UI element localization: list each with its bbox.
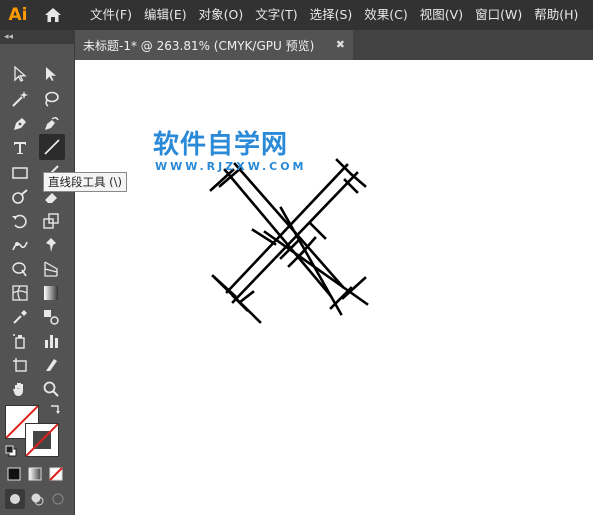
swap-fill-stroke-icon[interactable] xyxy=(47,402,63,418)
draw-inside-icon[interactable] xyxy=(48,489,68,509)
column-graph-tool-icon[interactable] xyxy=(39,329,63,353)
watermark-url: WWW.RJZXW.COM xyxy=(155,160,307,173)
menu-window[interactable]: 窗口(W) xyxy=(469,0,528,30)
menu-select[interactable]: 选择(S) xyxy=(304,0,359,30)
document-tab-title: 未标题-1* @ 263.81% (CMYK/GPU 预览) xyxy=(83,38,315,53)
drawing-lines xyxy=(209,158,369,324)
none-mode-icon[interactable] xyxy=(47,465,65,483)
shaper-tool-icon[interactable] xyxy=(8,185,32,209)
document-tab[interactable]: 未标题-1* @ 263.81% (CMYK/GPU 预览) ✖ xyxy=(75,30,353,60)
symbol-sprayer-tool-icon[interactable] xyxy=(8,329,32,353)
menu-object[interactable]: 对象(O) xyxy=(193,0,250,30)
tools-panel xyxy=(0,44,75,515)
rotate-tool-icon[interactable] xyxy=(8,209,32,233)
artboard-canvas[interactable] xyxy=(75,60,593,515)
menu-type[interactable]: 文字(T) xyxy=(249,0,303,30)
menu-help[interactable]: 帮助(H) xyxy=(528,0,584,30)
zoom-tool-icon[interactable] xyxy=(39,377,63,401)
menu-file[interactable]: 文件(F) xyxy=(84,0,138,30)
blend-tool-icon[interactable] xyxy=(39,305,63,329)
stroke-swatch[interactable] xyxy=(25,423,59,457)
shape-builder-tool-icon[interactable] xyxy=(8,257,32,281)
gradient-tool-icon[interactable] xyxy=(39,281,63,305)
mesh-tool-icon[interactable] xyxy=(8,281,32,305)
home-icon[interactable] xyxy=(36,0,70,30)
type-tool-icon[interactable] xyxy=(8,136,32,160)
direct-selection-tool-icon[interactable] xyxy=(39,62,63,86)
toolbar-collapse-button[interactable]: ◂◂ xyxy=(0,30,75,44)
hand-tool-icon[interactable] xyxy=(8,377,32,401)
color-mode-icon[interactable] xyxy=(5,465,23,483)
tool-tooltip: 直线段工具 (\) xyxy=(43,172,128,192)
app-logo: Ai xyxy=(8,5,28,25)
perspective-grid-tool-icon[interactable] xyxy=(39,257,63,281)
default-colors-icon[interactable] xyxy=(3,443,19,459)
menu-edit[interactable]: 编辑(E) xyxy=(138,0,193,30)
scale-tool-icon[interactable] xyxy=(39,209,63,233)
line-segment-tool-icon[interactable] xyxy=(39,134,65,160)
eyedropper-tool-icon[interactable] xyxy=(8,305,32,329)
watermark-title: 软件自学网 xyxy=(153,130,289,160)
tab-strip: ◂◂ 未标题-1* @ 263.81% (CMYK/GPU 预览) ✖ xyxy=(0,30,593,60)
free-transform-tool-icon[interactable] xyxy=(39,233,63,257)
gradient-mode-icon[interactable] xyxy=(26,465,44,483)
lasso-tool-icon[interactable] xyxy=(39,87,63,111)
menu-view[interactable]: 视图(V) xyxy=(414,0,469,30)
watermark: 软件自学网 WWW.RJZXW.COM xyxy=(153,130,307,174)
slice-tool-icon[interactable] xyxy=(39,353,63,377)
draw-behind-icon[interactable] xyxy=(27,489,47,509)
menu-bar: Ai 文件(F) 编辑(E) 对象(O) 文字(T) 选择(S) 效果(C) 视… xyxy=(0,0,593,30)
artboard-tool-icon[interactable] xyxy=(8,353,32,377)
rectangle-tool-icon[interactable] xyxy=(8,161,32,185)
magic-wand-tool-icon[interactable] xyxy=(8,87,32,111)
pen-tool-icon[interactable] xyxy=(8,112,32,136)
menu-effect[interactable]: 效果(C) xyxy=(358,0,413,30)
selection-tool-icon[interactable] xyxy=(8,62,32,86)
puppet-warp-tool-icon[interactable] xyxy=(8,233,32,257)
close-icon[interactable]: ✖ xyxy=(336,38,345,51)
draw-normal-icon[interactable] xyxy=(5,489,25,509)
curvature-tool-icon[interactable] xyxy=(39,112,63,136)
